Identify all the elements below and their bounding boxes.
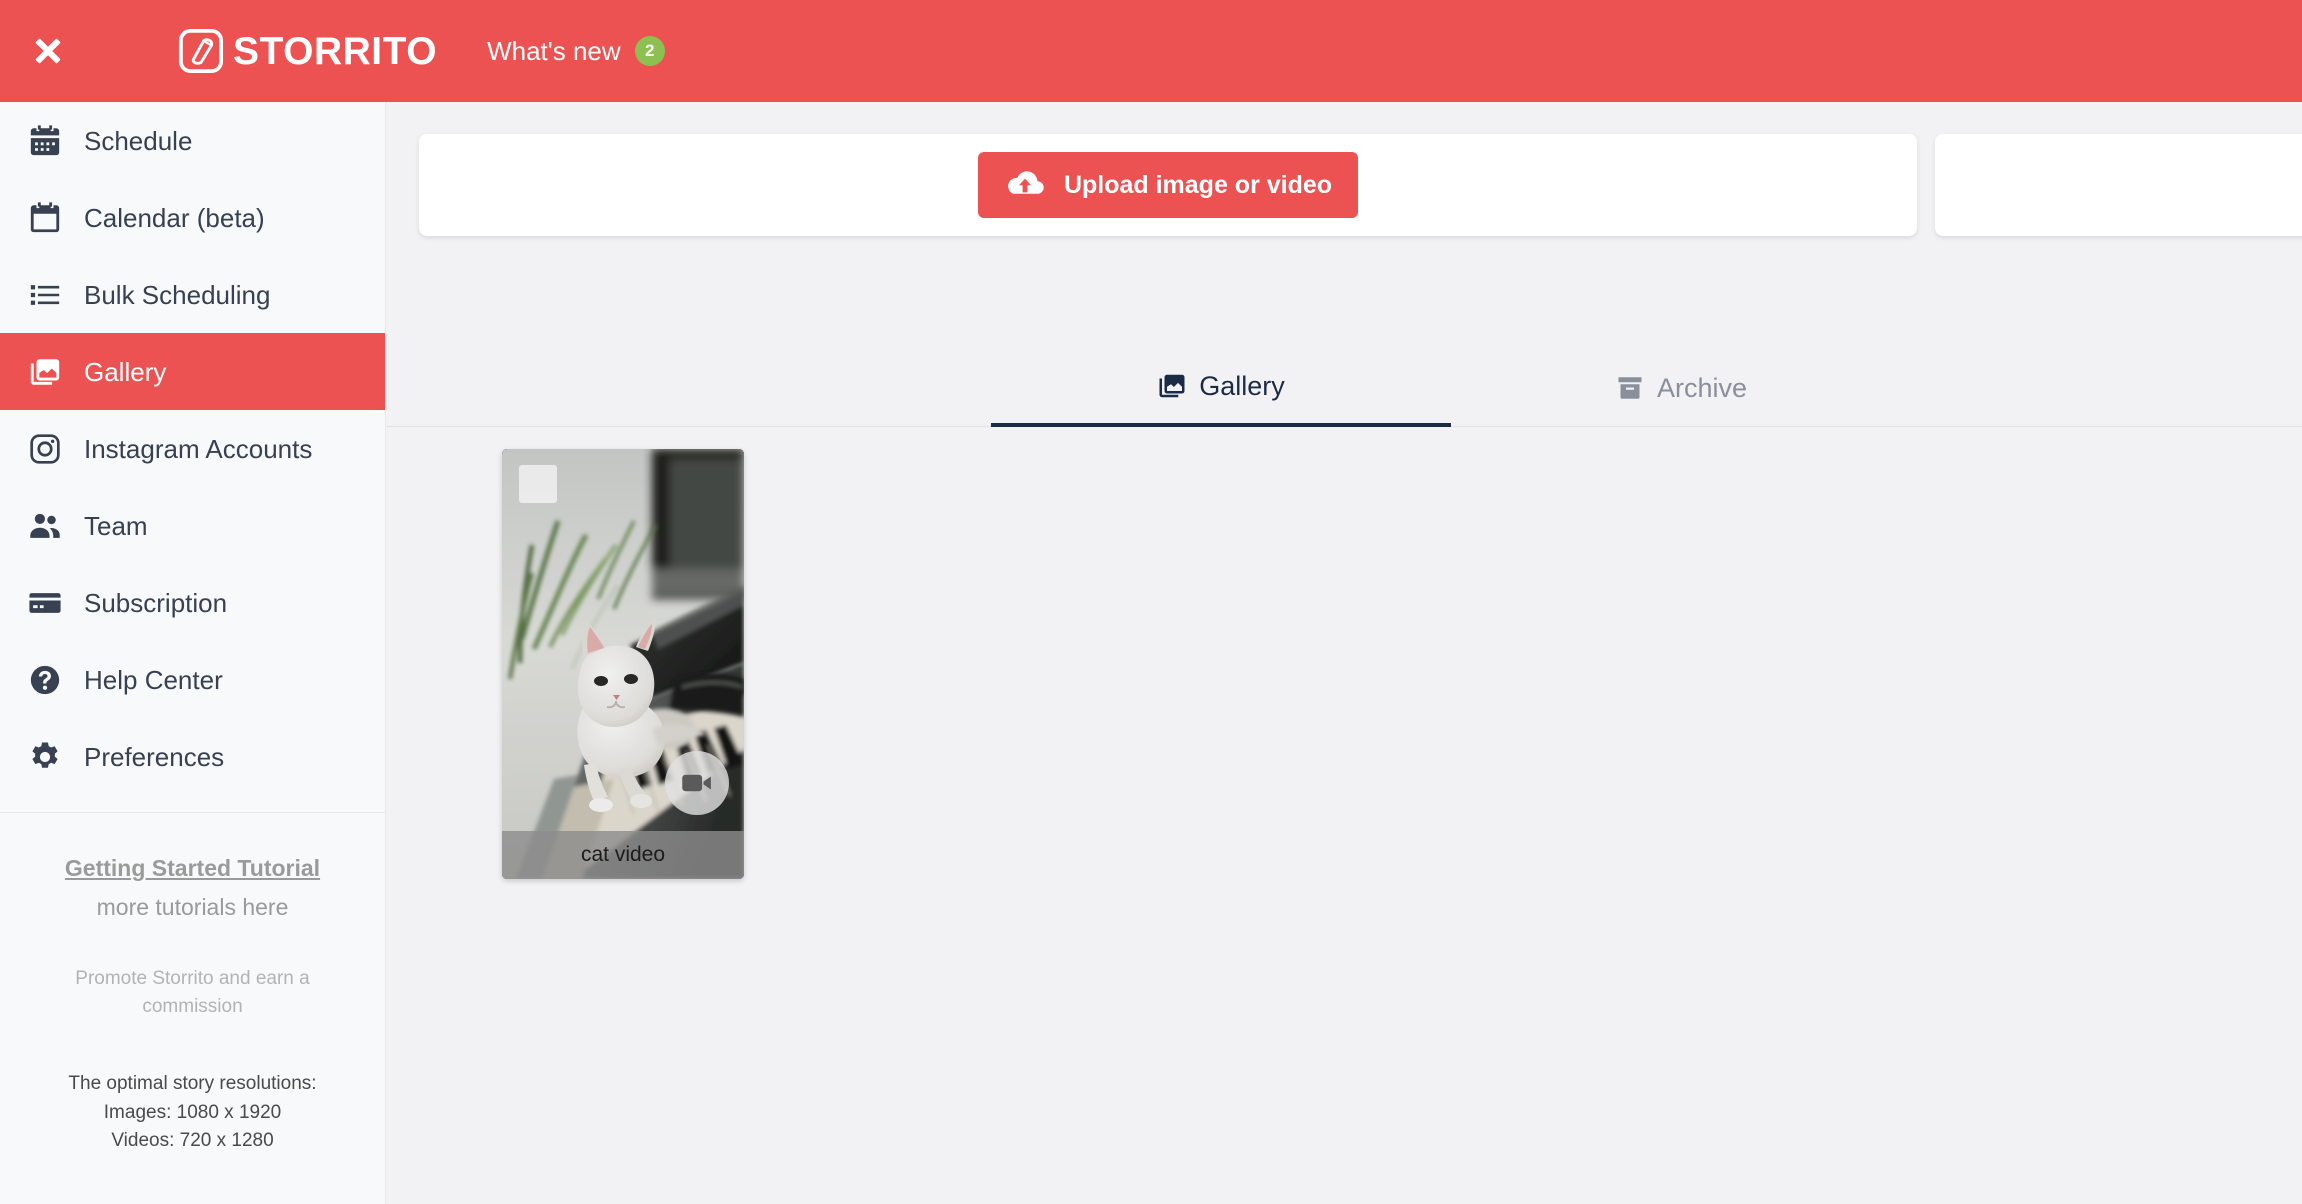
close-button[interactable] <box>0 0 96 102</box>
gallery-item-caption: cat video <box>502 831 744 879</box>
storrito-logo-icon <box>178 28 224 74</box>
app-header: STORRITO What's new 2 <box>0 0 2302 102</box>
upload-panel: Upload image or video <box>419 134 1917 236</box>
calendar-icon <box>30 201 60 232</box>
tab-label: Archive <box>1656 372 1748 403</box>
sidebar-item-schedule[interactable]: Schedule <box>0 102 385 179</box>
main-content: Upload image or video Gallery Archive ca… <box>387 102 2302 1204</box>
users-icon <box>30 513 60 538</box>
brand-name: STORRITO <box>233 29 438 73</box>
sidebar-item-label: Bulk Scheduling <box>84 279 271 310</box>
sidebar-item-label: Instagram Accounts <box>84 433 313 464</box>
sidebar-footer: Getting Started Tutorial more tutorials … <box>0 813 385 1156</box>
sidebar-item-instagram-accounts[interactable]: Instagram Accounts <box>0 410 385 487</box>
toolbar-panels: Upload image or video <box>419 134 2302 236</box>
gear-icon <box>32 742 58 768</box>
sidebar-item-team[interactable]: Team <box>0 487 385 564</box>
more-tutorials-link[interactable]: more tutorials here <box>34 894 351 921</box>
gallery-item[interactable]: cat video <box>502 449 744 879</box>
question-circle-icon <box>30 665 60 694</box>
video-camera-icon <box>682 774 711 792</box>
sidebar: Schedule Calendar (beta) Bulk Scheduling… <box>0 102 386 1204</box>
close-icon <box>35 38 61 64</box>
gallery-item-checkbox[interactable] <box>519 465 557 503</box>
instagram-icon <box>30 433 60 464</box>
sidebar-item-label: Preferences <box>84 741 225 772</box>
sidebar-item-subscription[interactable]: Subscription <box>0 564 385 641</box>
whats-new-badge: 2 <box>634 36 665 66</box>
images-icon <box>30 358 60 385</box>
sidebar-item-label: Schedule <box>84 125 193 156</box>
sidebar-item-preferences[interactable]: Preferences <box>0 718 385 795</box>
gallery-tabs: Gallery Archive <box>387 349 2302 427</box>
whats-new-label: What's new <box>487 35 621 66</box>
sidebar-item-bulk-scheduling[interactable]: Bulk Scheduling <box>0 256 385 333</box>
resolutions-title: The optimal story resolutions: <box>68 1073 317 1095</box>
gallery-grid: cat video <box>387 427 744 879</box>
promote-storrito-link[interactable]: Promote Storrito and earn a commission <box>34 965 351 1020</box>
list-icon <box>30 284 60 305</box>
archive-box-icon <box>1618 377 1642 399</box>
resolutions-videos: Videos: 720 x 1280 <box>111 1130 274 1152</box>
sidebar-item-label: Subscription <box>84 587 228 618</box>
calendar-days-icon <box>30 124 60 155</box>
cloud-upload-icon <box>1008 171 1044 194</box>
sidebar-item-help-center[interactable]: Help Center <box>0 641 385 718</box>
sidebar-item-label: Gallery <box>84 356 167 387</box>
video-type-badge <box>665 751 729 815</box>
sidebar-item-label: Calendar (beta) <box>84 202 265 233</box>
brand-logo[interactable]: STORRITO <box>178 28 437 74</box>
getting-started-tutorial-link[interactable]: Getting Started Tutorial <box>34 855 351 882</box>
resolutions-info: The optimal story resolutions: Images: 1… <box>34 1070 351 1156</box>
upload-button[interactable]: Upload image or video <box>977 152 1359 218</box>
sidebar-item-gallery[interactable]: Gallery <box>0 333 385 410</box>
images-icon <box>1159 374 1185 398</box>
gallery-item-thumbnail <box>502 449 744 879</box>
tab-gallery[interactable]: Gallery <box>991 349 1451 427</box>
tab-label: Gallery <box>1199 370 1285 401</box>
resolutions-images: Images: 1080 x 1920 <box>103 1101 282 1123</box>
tab-archive[interactable]: Archive <box>1451 349 1911 427</box>
credit-card-icon <box>29 592 61 613</box>
sidebar-item-label: Help Center <box>84 664 223 695</box>
secondary-panel <box>1935 134 2302 236</box>
whats-new-button[interactable]: What's new 2 <box>487 36 665 67</box>
sidebar-item-calendar[interactable]: Calendar (beta) <box>0 179 385 256</box>
upload-button-label: Upload image or video <box>1063 170 1333 199</box>
sidebar-item-label: Team <box>84 510 148 541</box>
cat-on-piano-image <box>502 449 744 879</box>
